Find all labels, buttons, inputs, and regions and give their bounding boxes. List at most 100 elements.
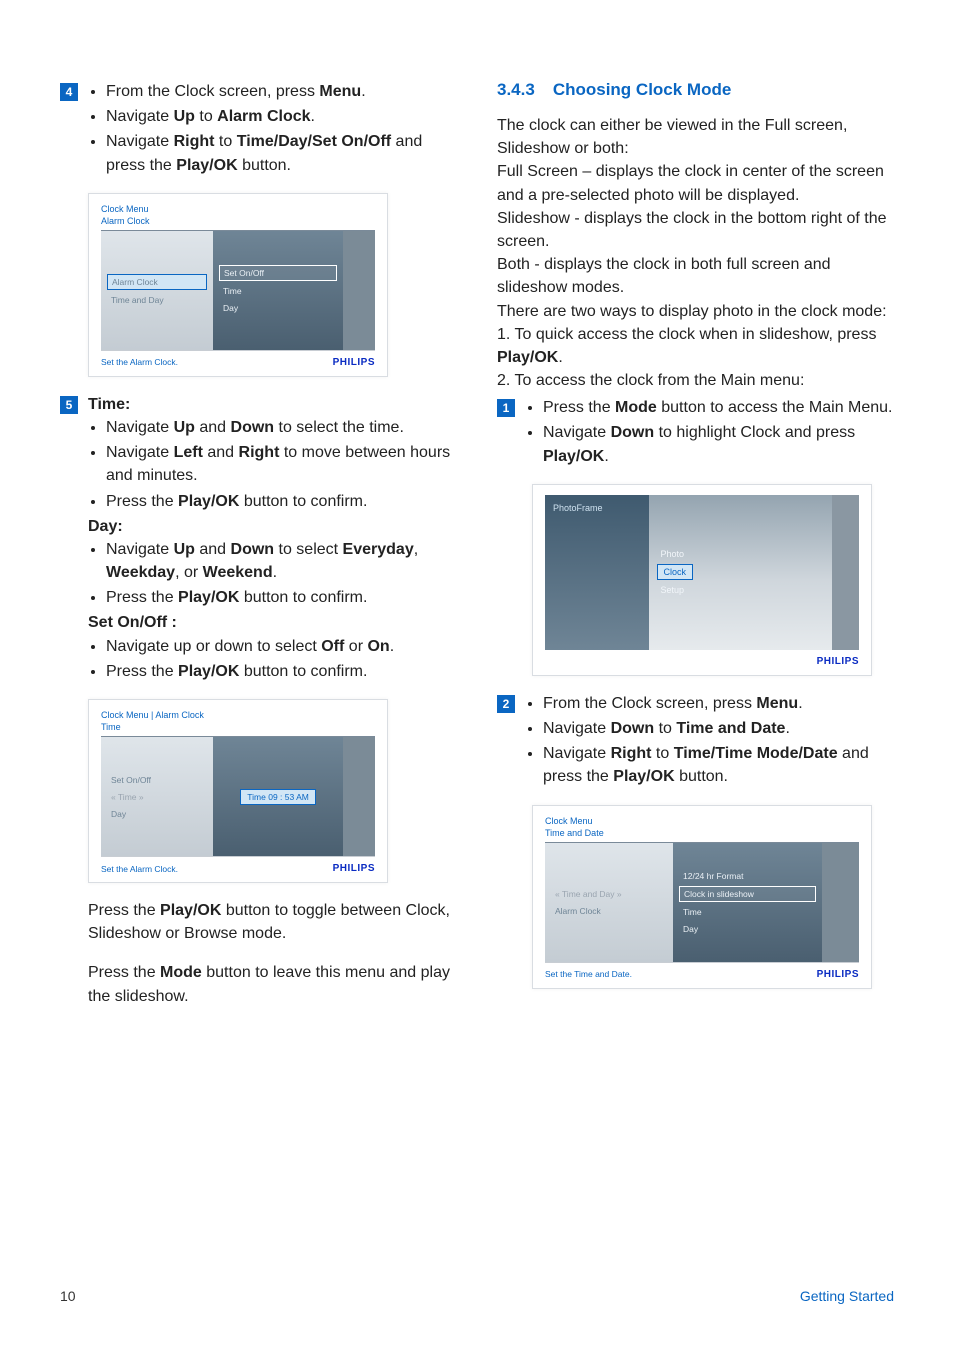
figB-left-pane: « Time and Day » Alarm Clock (545, 843, 673, 962)
submenu-day: Day (219, 301, 337, 315)
intro-line-2: Full Screen – displays the clock in cent… (497, 160, 894, 206)
fig2-right-pane: Time 09 : 53 AM (213, 737, 343, 856)
intro-line-3: Slideshow - displays the clock in the bo… (497, 207, 894, 253)
cm1-bullet-b: Navigate Down to highlight Clock and pre… (543, 421, 894, 467)
fig1-breadcrumb: Clock Menu (101, 204, 375, 214)
figA-right-pane: Photo Clock Setup (649, 495, 832, 650)
figB-panel: « Time and Day » Alarm Clock 12/24 hr Fo… (545, 843, 859, 963)
menu-item-alarm-clock: Alarm Clock (551, 904, 667, 918)
cm2-bullet-c: Navigate Right to Time/Time Mode/Date an… (543, 742, 894, 788)
section-title: Choosing Clock Mode (553, 80, 732, 99)
setonoff-heading: Set On/Off : (88, 611, 457, 634)
menu-item-day: Day (107, 807, 207, 821)
fig1-panel: Alarm Clock Time and Day Set On/Off Time… (101, 231, 375, 351)
photoframe-main-screenshot: PhotoFrame Photo Clock Setup PHILIPS (532, 484, 872, 676)
clock-menu-timedate-screenshot: Clock Menu Time and Date « Time and Day … (532, 805, 872, 989)
toggle-paragraph: Press the Play/OK button to toggle betwe… (88, 899, 457, 945)
fig2-photo-placeholder (343, 737, 375, 856)
fig2-title: Time (101, 722, 375, 737)
fig2-left-pane: Set On/Off « Time » Day (101, 737, 213, 856)
section-heading: 3.4.3 Choosing Clock Mode (497, 80, 894, 100)
clockmode-step2-body: From the Clock screen, press Menu. Navig… (525, 692, 894, 791)
time-value-editor: Time 09 : 53 AM (240, 789, 316, 805)
submenu-set-onoff: Set On/Off (219, 265, 337, 281)
cm2-bullet-b: Navigate Down to Time and Date. (543, 717, 894, 740)
set-bullet-2: Press the Play/OK button to confirm. (106, 660, 457, 683)
step-number-badge: 1 (497, 399, 515, 417)
submenu-clock-in-slideshow: Clock in slideshow (679, 886, 816, 902)
mode-paragraph: Press the Mode button to leave this menu… (88, 961, 457, 1007)
fig1-hint: Set the Alarm Clock. (101, 357, 178, 367)
photoframe-label: PhotoFrame (553, 503, 603, 513)
menu-item-time-and-day: Time and Day (107, 293, 207, 307)
fig2-panel: Set On/Off « Time » Day Time 09 : 53 AM (101, 737, 375, 857)
fig1-footer: Set the Alarm Clock. PHILIPS (101, 351, 375, 368)
manual-page: 4 From the Clock screen, press Menu. Nav… (0, 0, 954, 1354)
step-number-badge: 5 (60, 396, 78, 414)
figB-breadcrumb: Clock Menu (545, 816, 859, 826)
philips-logo: PHILIPS (817, 969, 859, 980)
step-5-body: Time: Navigate Up and Down to select the… (88, 393, 457, 685)
menu-item-set-onoff: Set On/Off (107, 773, 207, 787)
intro-line-4: Both - displays the clock in both full s… (497, 253, 894, 299)
menu-item-setup: Setup (657, 583, 689, 597)
figB-title: Time and Date (545, 828, 859, 843)
day-heading: Day: (88, 515, 457, 538)
fig2-breadcrumb: Clock Menu | Alarm Clock (101, 710, 375, 720)
submenu-time: Time (679, 905, 816, 919)
step4-bullet-1: From the Clock screen, press Menu. (106, 80, 457, 103)
menu-item-alarm-clock: Alarm Clock (107, 274, 207, 290)
intro-line-5: There are two ways to display photo in t… (497, 300, 894, 323)
step-5: 5 Time: Navigate Up and Down to select t… (60, 393, 457, 685)
page-footer: 10 Getting Started (60, 1288, 894, 1304)
step-4-body: From the Clock screen, press Menu. Navig… (88, 80, 457, 179)
fig2-footer: Set the Alarm Clock. PHILIPS (101, 857, 375, 874)
right-column: 3.4.3 Choosing Clock Mode The clock can e… (497, 80, 894, 1024)
clockmode-step1-body: Press the Mode button to access the Main… (525, 396, 894, 470)
two-column-layout: 4 From the Clock screen, press Menu. Nav… (60, 80, 894, 1024)
menu-item-photo: Photo (657, 547, 689, 561)
left-column: 4 From the Clock screen, press Menu. Nav… (60, 80, 457, 1024)
figB-right-pane: 12/24 hr Format Clock in slideshow Time … (673, 843, 822, 962)
submenu-time: Time (219, 284, 337, 298)
figB-photo-placeholder (822, 843, 859, 962)
menu-item-time-sel: « Time » (107, 790, 207, 804)
section-label: Getting Started (800, 1288, 894, 1304)
menu-item-time-and-day-sel: « Time and Day » (551, 887, 667, 901)
clockmode-step-2: 2 From the Clock screen, press Menu. Nav… (497, 692, 894, 791)
set-bullet-1: Navigate up or down to select Off or On. (106, 635, 457, 658)
figA-footer: PHILIPS (545, 650, 859, 667)
alarm-time-screenshot: Clock Menu | Alarm Clock Time Set On/Off… (88, 699, 388, 883)
figA-left-pane: PhotoFrame (545, 495, 649, 650)
time-heading: Time: (88, 393, 457, 416)
step-number-badge: 2 (497, 695, 515, 713)
intro-line-1: The clock can either be viewed in the Fu… (497, 114, 894, 160)
cm2-bullet-a: From the Clock screen, press Menu. (543, 692, 894, 715)
intro-line-6: 1. To quick access the clock when in sli… (497, 323, 894, 369)
philips-logo: PHILIPS (817, 656, 859, 667)
philips-logo: PHILIPS (333, 863, 375, 874)
time-bullet-3: Press the Play/OK button to confirm. (106, 490, 457, 513)
fig1-photo-placeholder (343, 231, 375, 350)
figA-photo-placeholder (832, 495, 859, 650)
submenu-day: Day (679, 922, 816, 936)
day-bullet-2: Press the Play/OK button to confirm. (106, 586, 457, 609)
fig2-hint: Set the Alarm Clock. (101, 864, 178, 874)
clockmode-step-1: 1 Press the Mode button to access the Ma… (497, 396, 894, 470)
fig1-title: Alarm Clock (101, 216, 375, 231)
time-bullet-2: Navigate Left and Right to move between … (106, 441, 457, 487)
day-bullet-1: Navigate Up and Down to select Everyday,… (106, 538, 457, 584)
submenu-1224: 12/24 hr Format (679, 869, 816, 883)
intro-line-7: 2. To access the clock from the Main men… (497, 369, 894, 392)
time-bullet-1: Navigate Up and Down to select the time. (106, 416, 457, 439)
step-4: 4 From the Clock screen, press Menu. Nav… (60, 80, 457, 179)
fig1-right-pane: Set On/Off Time Day (213, 231, 343, 350)
step-number-badge: 4 (60, 83, 78, 101)
section-number: 3.4.3 (497, 80, 535, 99)
step4-bullet-3: Navigate Right to Time/Day/Set On/Off an… (106, 130, 457, 176)
cm1-bullet-a: Press the Mode button to access the Main… (543, 396, 894, 419)
page-number: 10 (60, 1288, 76, 1304)
clock-menu-alarm-screenshot: Clock Menu Alarm Clock Alarm Clock Time … (88, 193, 388, 377)
figB-footer: Set the Time and Date. PHILIPS (545, 963, 859, 980)
fig1-left-pane: Alarm Clock Time and Day (101, 231, 213, 350)
